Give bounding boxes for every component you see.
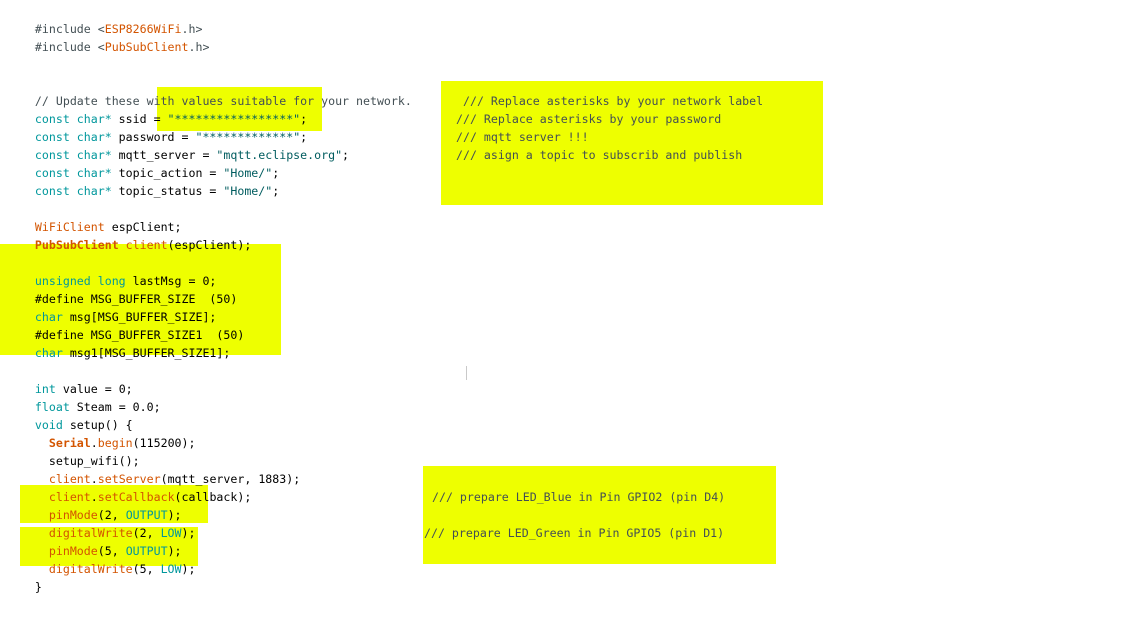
arguments: (callback); [174,490,252,504]
arguments: (espClient); [167,238,252,252]
code-line-msg: char msg[MSG_BUFFER_SIZE]; [7,290,216,324]
code-line-pinmode-2: pinMode(2, OUTPUT); [7,488,182,522]
punctuation: ); [181,562,196,576]
type-keyword: const char* [34,184,112,198]
code-line-digitalwrite-2: digitalWrite(2, LOW); [7,506,196,540]
code-line-setup: void setup() { [7,398,133,432]
type-keyword: char [34,346,63,360]
code-line-serial-begin: Serial.begin(115200); [7,416,196,450]
library-name: PubSubClient [104,40,189,54]
code-line-comment-update: // Update these with values suitable for… [7,74,412,108]
code-line-include-esp8266wifi: #include <ESP8266WiFi.h> [7,2,203,36]
code-line-steam: float Steam = 0.0; [7,380,161,414]
note-mqtt-server: /// mqtt server !!! [456,130,589,144]
code-line-msg1: char msg1[MSG_BUFFER_SIZE1]; [7,326,230,360]
constant: LOW [160,562,182,576]
code-line-closing-brace: } [7,560,42,594]
note-topic: /// asign a topic to subscrib and publis… [456,148,743,162]
code-line-topic-action: const char* topic_action = "Home/"; [7,146,279,180]
identifier: topic_status = [111,184,224,198]
punctuation: ; [342,148,350,162]
code-line-setserver: client.setServer(mqtt_server, 1883); [7,452,300,486]
punctuation: ; [272,184,280,198]
highlight-notes-bottom [423,466,776,564]
code-line-password: const char* password = "*************"; [7,110,307,144]
code-line-ssid: const char* ssid = "*****************"; [7,92,307,126]
code-line-include-pubsubclient: #include <PubSubClient.h> [7,20,210,54]
code-line-setup-wifi: setup_wifi(); [7,434,140,468]
arguments: (5, [132,562,161,576]
code-line-lastmsg: unsigned long lastMsg = 0; [7,254,217,288]
code-line-pubsubclient: PubSubClient client(espClient); [7,218,251,252]
code-line-pinmode-5: pinMode(5, OUTPUT); [7,524,182,558]
text-cursor-icon [466,366,471,380]
code-line-mqtt-server: const char* mqtt_server = "mqtt.eclipse.… [7,128,349,162]
code-line-define-buffer1: #define MSG_BUFFER_SIZE1 (50) [7,308,244,342]
code-line-setcallback: client.setCallback(callback); [7,470,251,504]
code-line-wificlient: WiFiClient espClient; [7,200,182,234]
arguments: (115200); [132,436,196,450]
method-name: client [125,238,168,252]
string-literal: "Home/" [223,184,273,198]
code-editor[interactable]: #include <ESP8266WiFi.h> #include <PubSu… [0,0,1143,617]
note-password: /// Replace asterisks by your password [456,112,722,126]
identifier: msg1[MSG_BUFFER_SIZE1]; [62,346,231,360]
punctuation: ); [181,526,196,540]
code-line-value: int value = 0; [7,362,133,396]
include-directive-end: .h> [188,40,210,54]
include-directive: #include < [34,40,105,54]
note-network-label: /// Replace asterisks by your network la… [456,94,764,108]
code-line-digitalwrite-5: digitalWrite(5, LOW); [7,542,196,576]
note-led-blue: /// prepare LED_Blue in Pin GPIO2 (pin D… [432,490,726,504]
note-led-green: /// prepare LED_Green in Pin GPIO5 (pin … [424,526,725,540]
closing-brace: } [34,580,42,594]
function-name: digitalWrite [48,562,133,576]
class-name: PubSubClient [34,238,119,252]
code-line-topic-status: const char* topic_status = "Home/"; [7,164,279,198]
code-line-define-buffer: #define MSG_BUFFER_SIZE (50) [7,272,237,306]
